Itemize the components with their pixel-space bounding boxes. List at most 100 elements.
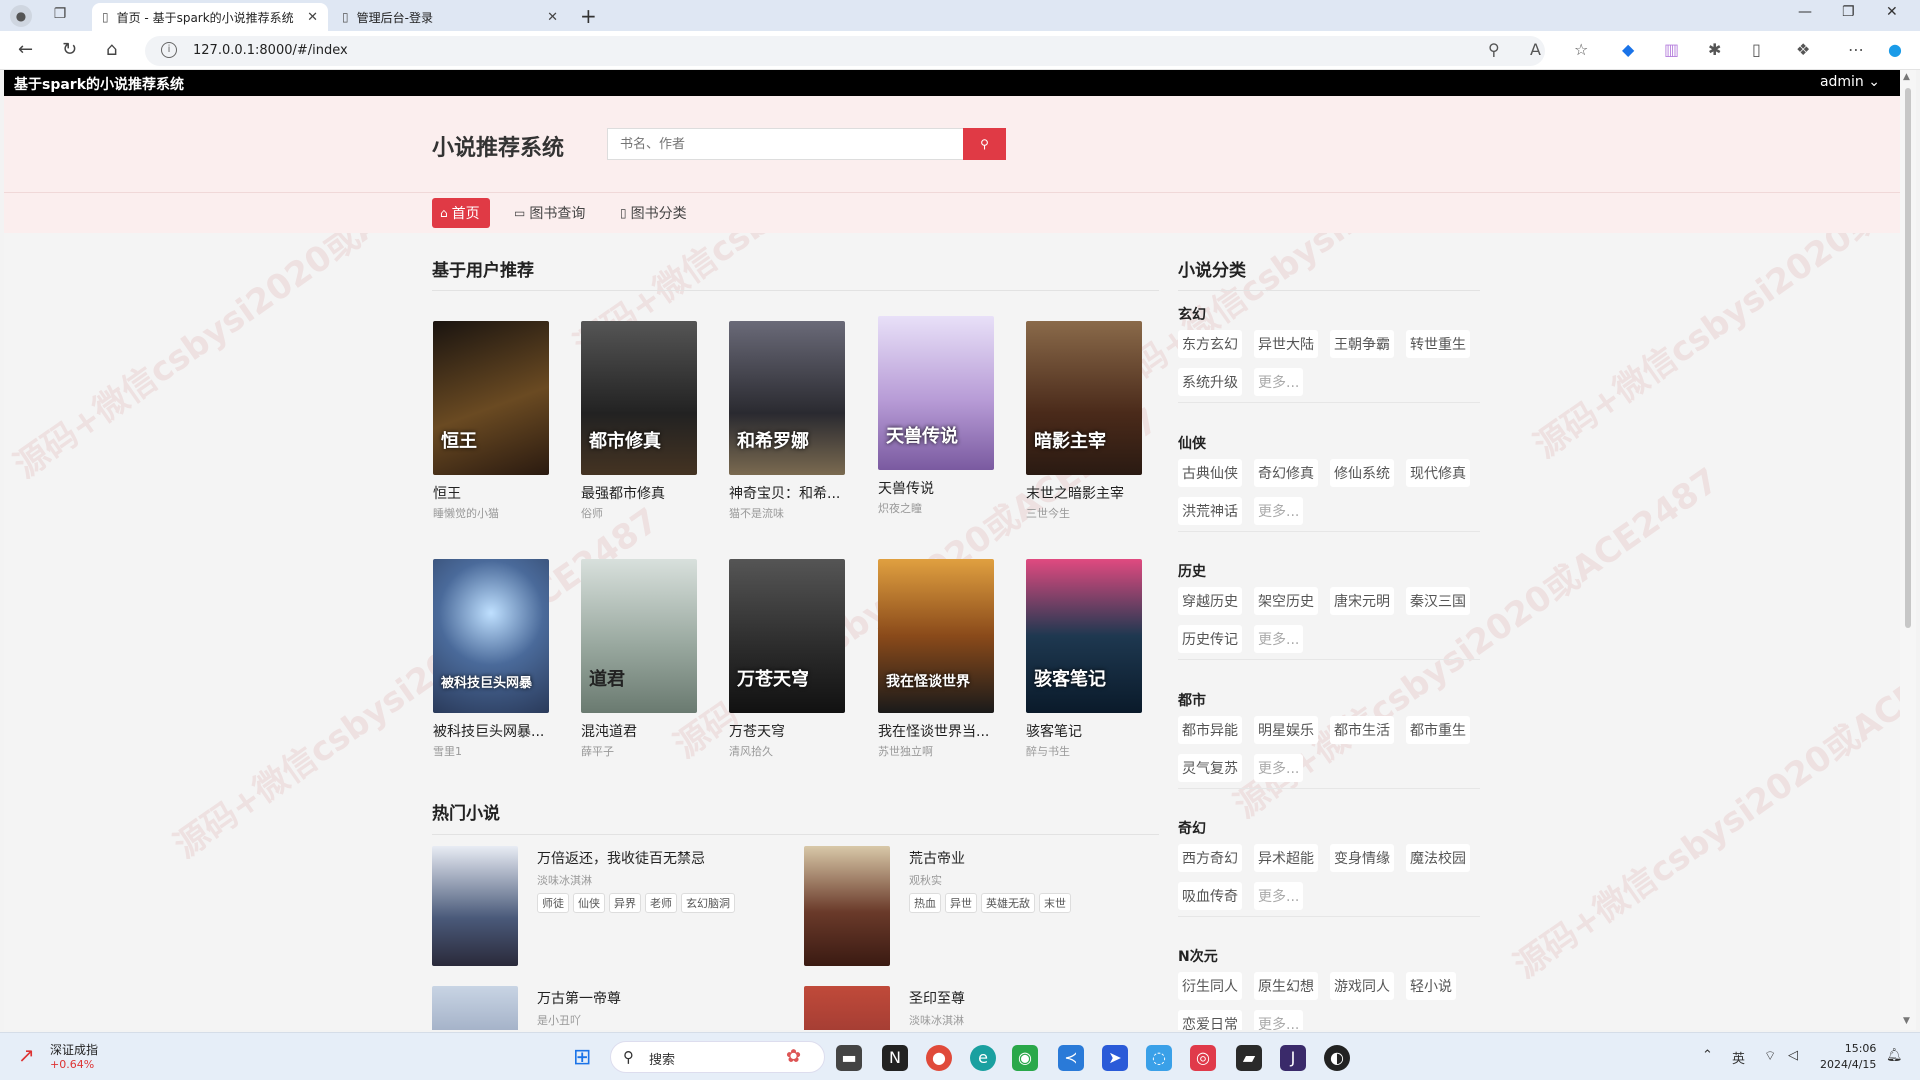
category-tag[interactable]: 系统升级 [1178,368,1242,396]
hot-item[interactable]: 万古第一帝尊 是小丑吖 [432,986,782,1030]
profile-icon[interactable]: ● [10,5,32,27]
book-title[interactable]: 末世之暗影主宰 [1026,483,1142,503]
favorite-icon[interactable]: ☆ [1574,40,1588,59]
wechat-icon[interactable]: ◉ [1012,1045,1038,1071]
category-tag[interactable]: 变身情缘 [1330,844,1394,872]
category-tag[interactable]: 现代修真 [1406,459,1470,487]
category-name[interactable]: N次元 [1178,946,1480,966]
book-cover[interactable]: 我在怪谈世界 [878,559,994,713]
category-tag[interactable]: 秦汉三国 [1406,587,1470,615]
book-card[interactable]: 道君 混沌道君 薛平子 [581,559,697,759]
hot-item[interactable]: 荒古帝业 观秋实 热血 异世 英雄无敌 末世 [804,846,1154,970]
book-card[interactable]: 和希罗娜 神奇宝贝：和希... 猫不是流味 [729,321,845,521]
book-card[interactable]: 万苍天穹 万苍天穹 清风拾久 [729,559,845,759]
book-title[interactable]: 神奇宝贝：和希... [729,483,845,503]
book-cover[interactable]: 被科技巨头网暴 [433,559,549,713]
book-title[interactable]: 最强都市修真 [581,483,697,503]
tag[interactable]: 异界 [609,893,641,913]
book-title[interactable]: 混沌道君 [581,721,697,741]
tag[interactable]: 英雄无敌 [981,893,1035,913]
back-icon[interactable]: ← [18,39,33,60]
obs-icon[interactable]: ◐ [1324,1045,1350,1071]
book-title[interactable]: 万苍天穹 [729,721,845,741]
category-tag[interactable]: 原生幻想 [1254,972,1318,1000]
category-tag[interactable]: 历史传记 [1178,625,1242,653]
ime-indicator[interactable]: 英 [1732,1048,1745,1067]
category-tag[interactable]: 异世大陆 [1254,330,1318,358]
site-brand[interactable]: 基于spark的小说推荐系统 [14,74,184,94]
more-link[interactable]: 更多... [1254,625,1304,653]
chrome-icon[interactable]: ● [926,1045,952,1071]
tag[interactable]: 仙侠 [573,893,605,913]
taskbar-search[interactable]: ⚲ 搜索 ✿ [610,1041,825,1073]
book-title[interactable]: 荒古帝业 [909,848,965,868]
category-tag[interactable]: 异术超能 [1254,844,1318,872]
tag[interactable]: 师徒 [537,893,569,913]
book-card[interactable]: 我在怪谈世界 我在怪谈世界当... 苏世独立啊 [878,559,994,759]
wifi-icon[interactable]: ⌔ [1764,1048,1776,1064]
category-tag[interactable]: 灵气复苏 [1178,754,1242,782]
book-card[interactable]: 都市修真 最强都市修真 俗师 [581,321,697,521]
search-button[interactable]: ⚲ [963,128,1006,160]
key-icon[interactable]: ⚲ [1488,40,1500,59]
category-tag[interactable]: 恋爱日常 [1178,1010,1242,1030]
jetbrains-icon[interactable]: J [1280,1045,1306,1071]
edge-icon[interactable]: e [970,1045,996,1071]
category-tag[interactable]: 奇幻修真 [1254,459,1318,487]
minimize-icon[interactable]: — [1798,4,1812,20]
tag[interactable]: 末世 [1039,893,1071,913]
notification-icon[interactable]: 🔔︎ [1886,1048,1903,1063]
tag[interactable]: 老师 [645,893,677,913]
hot-item[interactable]: 万倍返还，我收徒百无禁忌 淡味冰淇淋 师徒 仙侠 异界 老师 玄幻脑洞 [432,846,782,970]
extension-icon[interactable]: ◆ [1622,40,1634,59]
category-tag[interactable]: 衍生同人 [1178,972,1242,1000]
info-icon[interactable]: i [161,42,177,58]
category-tag[interactable]: 架空历史 [1254,587,1318,615]
tag[interactable]: 异世 [945,893,977,913]
home-icon[interactable]: ⌂ [106,39,117,60]
site-logo[interactable]: 小说推荐系统 [432,130,564,162]
book-title[interactable]: 骇客笔记 [1026,721,1142,741]
book-title[interactable]: 万古第一帝尊 [537,988,621,1008]
book-cover[interactable] [804,986,890,1030]
book-title[interactable]: 圣印至尊 [909,988,965,1008]
close-icon[interactable]: ✕ [547,10,558,25]
category-tag[interactable]: 都市异能 [1178,716,1242,744]
category-tag[interactable]: 都市生活 [1330,716,1394,744]
tag[interactable]: 玄幻脑洞 [681,893,735,913]
category-tag[interactable]: 修仙系统 [1330,459,1394,487]
file-manager-icon[interactable]: ▬ [836,1045,862,1071]
category-name[interactable]: 都市 [1178,690,1480,710]
more-icon[interactable]: ⋯ [1848,40,1864,59]
book-cover[interactable]: 和希罗娜 [729,321,845,475]
url-field[interactable]: i 127.0.0.1:8000/#/index [145,36,1545,66]
feishu-icon[interactable]: ➤ [1102,1045,1128,1071]
user-menu[interactable]: admin ⌄ [1820,74,1880,90]
read-aloud-icon[interactable]: A [1530,40,1541,59]
category-name[interactable]: 仙侠 [1178,433,1480,453]
windows-start-icon[interactable]: ⊞ [573,1045,591,1070]
tag[interactable]: 热血 [909,893,941,913]
book-cover[interactable] [432,846,518,966]
book-card[interactable]: 骇客笔记 骇客笔记 醉与书生 [1026,559,1142,759]
refresh-icon[interactable]: ↻ [62,39,77,60]
netease-music-icon[interactable]: ◎ [1190,1045,1216,1071]
book-card[interactable]: 被科技巨头网暴 被科技巨头网暴... 雪里1 [433,559,549,759]
new-tab-button[interactable]: + [580,4,597,28]
more-link[interactable]: 更多... [1254,1010,1304,1030]
book-cover[interactable]: 恒王 [433,321,549,475]
book-cover[interactable]: 万苍天穹 [729,559,845,713]
book-title[interactable]: 我在怪谈世界当... [878,721,994,741]
nav-book-search[interactable]: ▭ 图书查询 [506,198,593,228]
category-tag[interactable]: 明星娱乐 [1254,716,1318,744]
volume-icon[interactable]: ◁ [1788,1048,1798,1063]
book-title[interactable]: 天兽传说 [878,478,994,498]
category-tag[interactable]: 吸血传奇 [1178,882,1242,910]
clock[interactable]: 15:06 2024/4/15 [1820,1041,1876,1073]
category-name[interactable]: 玄幻 [1178,304,1480,324]
close-window-icon[interactable]: ✕ [1886,4,1898,20]
restore-icon[interactable]: ❐ [1842,4,1855,20]
reader-icon[interactable]: ▥ [1664,40,1679,59]
scroll-up-icon[interactable]: ▲ [1903,72,1910,82]
chevron-up-icon[interactable]: ⌃ [1702,1048,1713,1063]
